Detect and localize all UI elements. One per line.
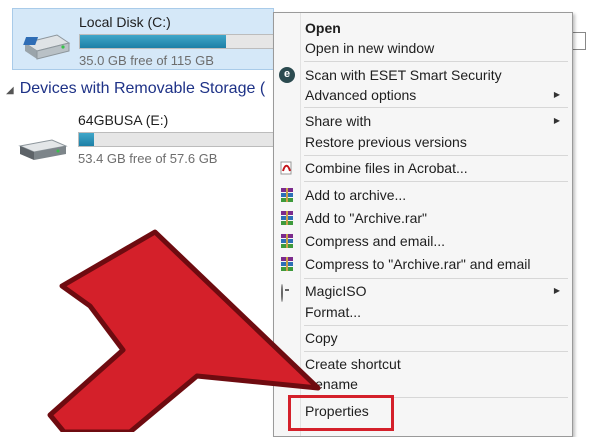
red-pointer-arrow-icon	[47, 229, 321, 432]
